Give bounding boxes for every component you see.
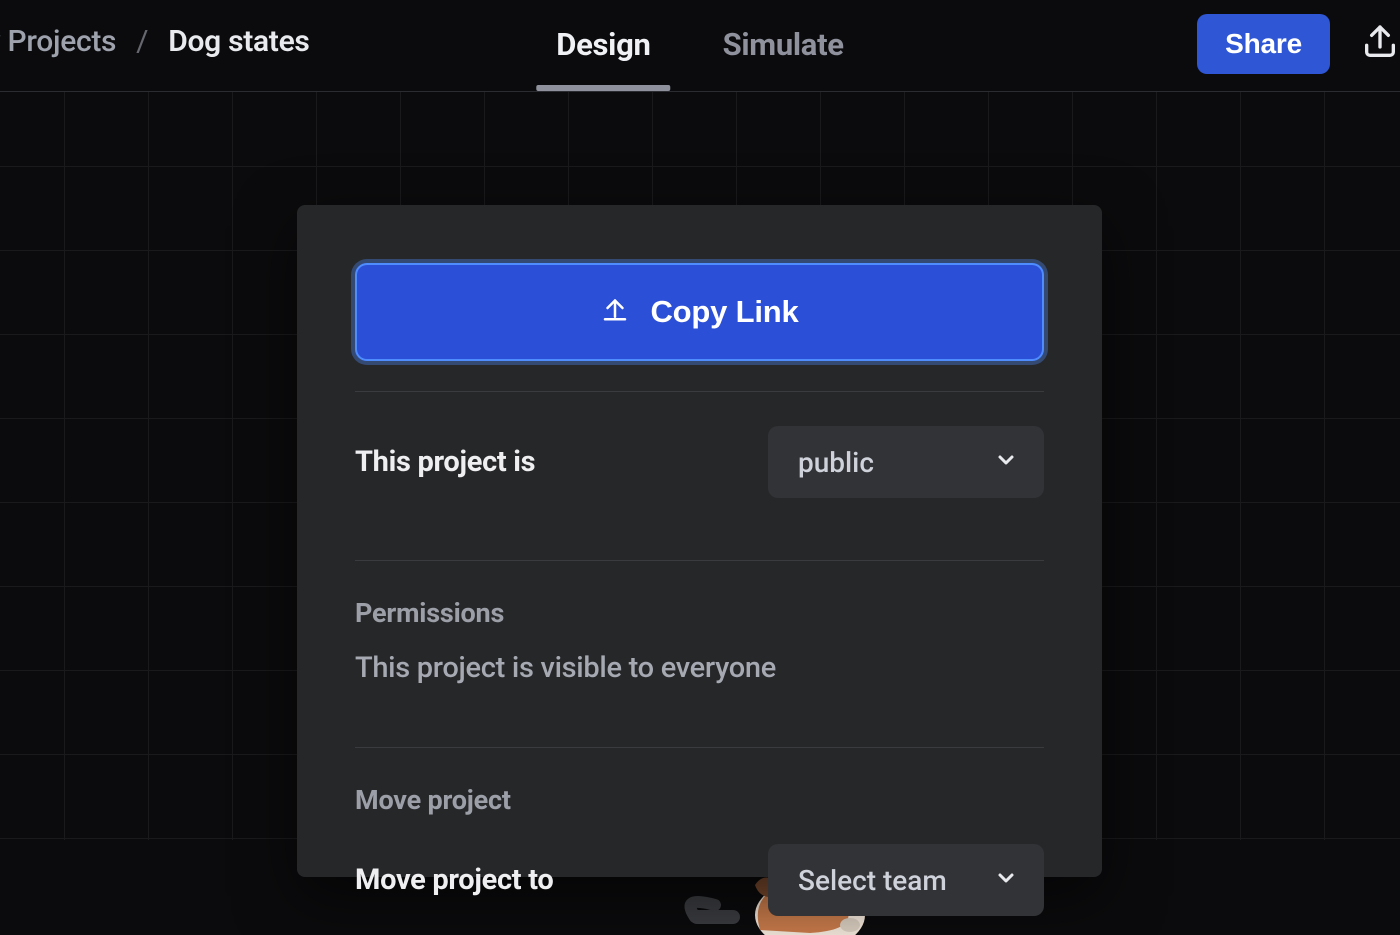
move-project-select[interactable]: Select team [768, 844, 1044, 916]
permissions-title: Permissions [355, 597, 1044, 629]
permissions-desc: This project is visible to everyone [355, 651, 1044, 685]
divider [355, 391, 1044, 392]
copy-link-label: Copy Link [650, 294, 798, 330]
visibility-row: This project is public [355, 426, 1044, 498]
breadcrumb-separator: / [136, 24, 148, 59]
visibility-select[interactable]: public [768, 426, 1044, 498]
canvas[interactable]: Copy Link This project is public Permiss… [0, 92, 1400, 840]
tab-design[interactable]: Design [556, 26, 650, 91]
breadcrumb-current: Dog states [168, 24, 309, 59]
copy-link-button[interactable]: Copy Link [355, 263, 1044, 361]
topbar: My Projects / Dog states Design Simulate… [0, 0, 1400, 92]
tab-simulate[interactable]: Simulate [723, 26, 844, 91]
move-project-row: Move project to Select team [355, 844, 1044, 916]
visibility-value: public [798, 446, 874, 479]
main-tabs: Design Simulate [556, 26, 843, 91]
move-project-label: Move project to [355, 863, 553, 897]
breadcrumb-parent[interactable]: My Projects [0, 24, 116, 59]
move-project-value: Select team [798, 864, 947, 897]
topbar-right: Share [1197, 14, 1400, 74]
upload-icon [600, 293, 630, 331]
breadcrumb: My Projects / Dog states [0, 24, 310, 59]
move-project-title: Move project [355, 784, 1044, 816]
visibility-label: This project is [355, 445, 535, 479]
share-panel: Copy Link This project is public Permiss… [297, 205, 1102, 877]
chevron-down-icon [994, 446, 1018, 479]
share-button[interactable]: Share [1197, 14, 1330, 74]
export-icon[interactable] [1360, 22, 1400, 66]
divider [355, 560, 1044, 561]
chevron-down-icon [994, 864, 1018, 897]
divider [355, 747, 1044, 748]
